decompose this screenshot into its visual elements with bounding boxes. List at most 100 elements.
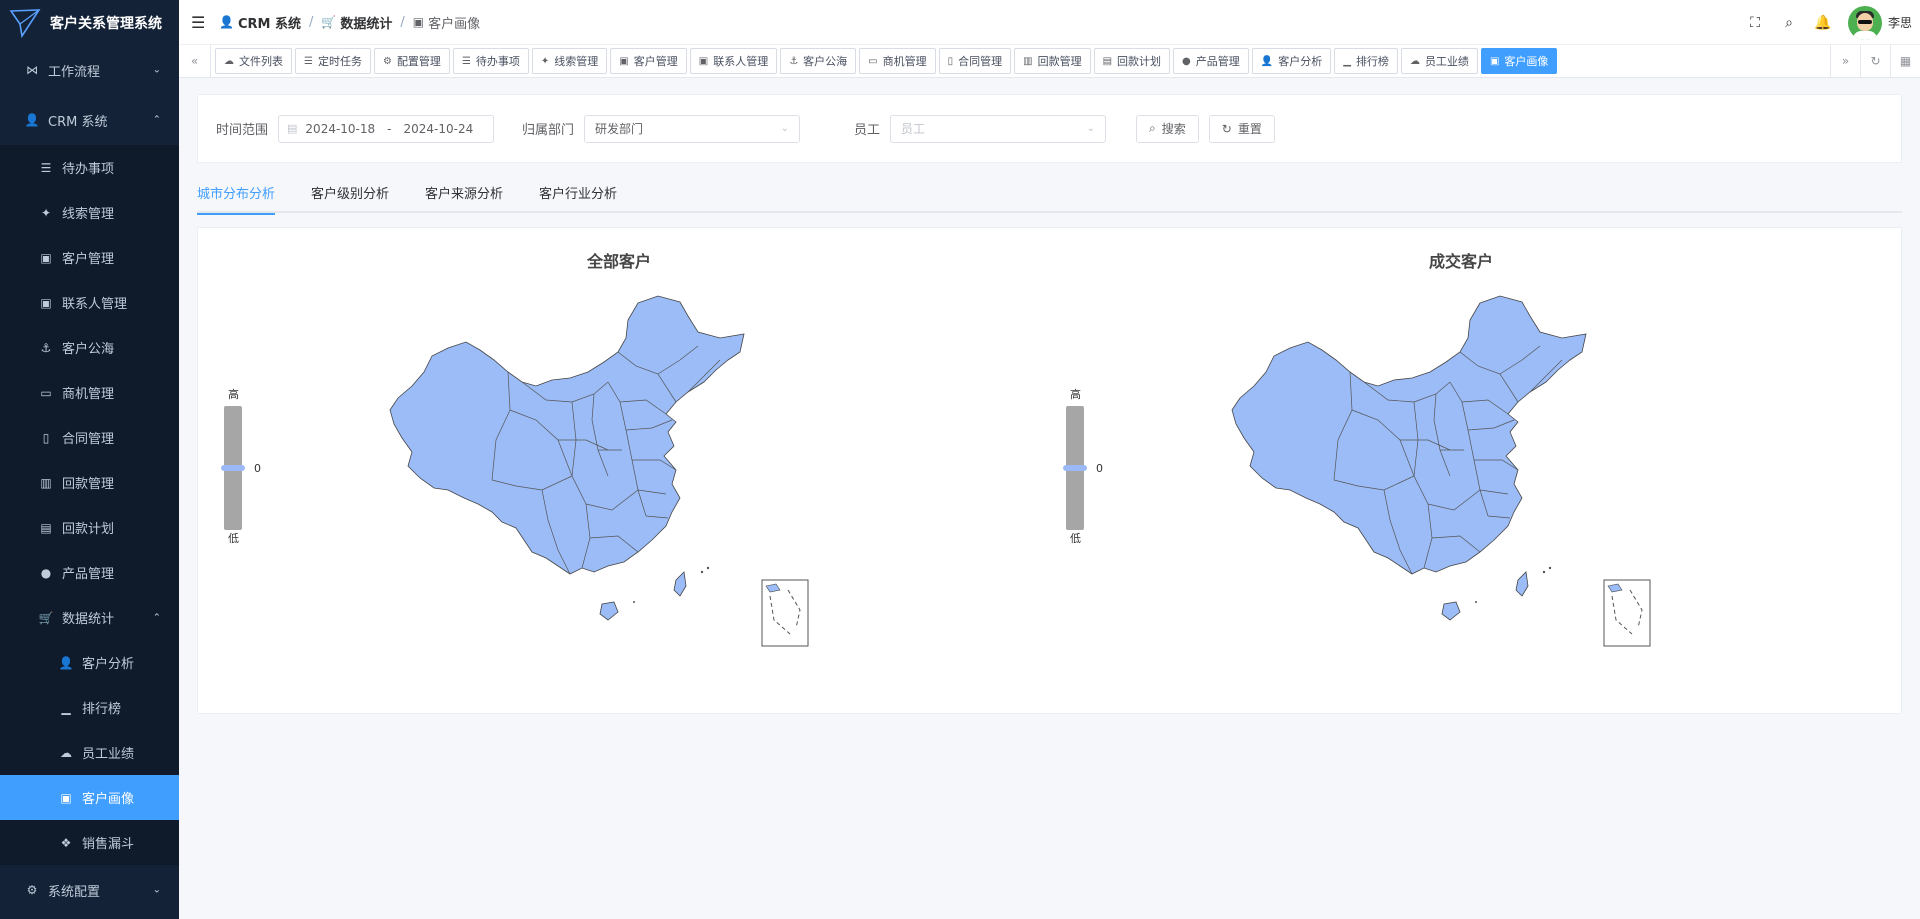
sidebar-item-label: 待办事项 bbox=[62, 162, 115, 177]
tag-label: 回款计划 bbox=[1117, 55, 1162, 68]
user-icon: 👤 bbox=[58, 655, 74, 670]
map-country[interactable] bbox=[389, 295, 745, 575]
tag-item[interactable]: ▭ 商机管理 bbox=[859, 48, 936, 74]
tab-2[interactable]: 客户来源分析 bbox=[425, 185, 503, 213]
tag-item[interactable]: ☰ 待办事项 bbox=[452, 48, 529, 74]
chart-icon: ▁ bbox=[61, 700, 71, 715]
analysis-tabs: 城市分布分析 客户级别分析 客户来源分析 客户行业分析 bbox=[197, 185, 1902, 215]
sidebar-item-0[interactable]: ⋈ 工作流程 ⌄ bbox=[0, 45, 179, 95]
app-logo: 客户关系管理系统 bbox=[0, 0, 179, 45]
map-island-dot[interactable] bbox=[1475, 601, 1477, 603]
workflow-icon: ⋈ bbox=[26, 63, 38, 77]
sidebar-item-12[interactable]: 🛒 数据统计 ⌃ bbox=[0, 595, 179, 640]
tag-item[interactable]: ⚙ 配置管理 bbox=[373, 48, 450, 74]
date-end[interactable]: 2024-10-24 bbox=[404, 122, 474, 136]
tag-label: 客户公海 bbox=[803, 55, 848, 68]
tag-label: 客户管理 bbox=[633, 55, 678, 68]
employee-label: 员工 bbox=[854, 123, 881, 138]
sidebar-item-9[interactable]: ▥ 回款管理 bbox=[0, 460, 179, 505]
dept-select[interactable]: 研发部门 ⌄ bbox=[584, 114, 801, 143]
visual-map[interactable]: 高 0 低 bbox=[1062, 386, 1103, 546]
tag-item[interactable]: 👤 客户分析 bbox=[1251, 48, 1332, 74]
tag-item[interactable]: ✦ 线索管理 bbox=[531, 48, 608, 74]
map-hainan[interactable] bbox=[599, 601, 619, 621]
search-button[interactable]: ⌕ 搜索 bbox=[1136, 114, 1199, 143]
sidebar-item-16[interactable]: ▣ 客户画像 bbox=[0, 775, 179, 820]
tab-1[interactable]: 客户级别分析 bbox=[311, 185, 389, 213]
sidebar-item-label: 客户分析 bbox=[82, 657, 135, 672]
tag-item[interactable]: ▣ 客户画像 bbox=[1480, 48, 1558, 74]
cart-icon: 🛒 bbox=[321, 15, 337, 29]
map-taiwan[interactable] bbox=[1515, 571, 1529, 597]
map-island-dot[interactable] bbox=[633, 601, 635, 603]
tag-item[interactable]: ▣ 客户管理 bbox=[610, 48, 687, 74]
employee-placeholder: 员工 bbox=[901, 122, 926, 136]
tags-scroll-right-icon[interactable]: » bbox=[1830, 44, 1860, 78]
money-icon: ▥ bbox=[40, 475, 52, 490]
employee-select[interactable]: 员工 ⌄ bbox=[890, 114, 1107, 143]
tag-item[interactable]: ▤ 回款计划 bbox=[1093, 48, 1171, 74]
avatar[interactable] bbox=[1847, 5, 1882, 40]
sidebar-item-6[interactable]: ⚓ 客户公海 bbox=[0, 325, 179, 370]
tab-0[interactable]: 城市分布分析 bbox=[197, 185, 276, 215]
sidebar-item-10[interactable]: ▤ 回款计划 bbox=[0, 505, 179, 550]
map-island-dot[interactable] bbox=[1548, 566, 1552, 570]
date-start[interactable]: 2024-10-18 bbox=[305, 122, 375, 136]
china-map[interactable] bbox=[376, 290, 856, 670]
map-country[interactable] bbox=[1231, 295, 1587, 575]
sidebar-item-13[interactable]: 👤 客户分析 bbox=[0, 640, 179, 685]
sidebar-item-11[interactable]: ● 产品管理 bbox=[0, 550, 179, 595]
map-taiwan[interactable] bbox=[673, 571, 687, 597]
tag-icon: ▣ bbox=[1489, 55, 1500, 67]
sidebar-item-14[interactable]: ▁ 排行榜 bbox=[0, 685, 179, 730]
refresh-icon[interactable]: ↻ bbox=[1860, 44, 1890, 78]
china-map[interactable] bbox=[1218, 290, 1698, 670]
sidebar-item-17[interactable]: ❖ 销售漏斗 bbox=[0, 820, 179, 865]
sidebar-item-5[interactable]: ▣ 联系人管理 bbox=[0, 280, 179, 325]
tag-icon: ▭ bbox=[868, 55, 878, 67]
visual-map-handle[interactable] bbox=[1063, 465, 1087, 471]
sidebar-item-2[interactable]: ☰ 待办事项 bbox=[0, 145, 179, 190]
user-name[interactable]: 李思 bbox=[1888, 14, 1912, 31]
tag-item[interactable]: ☁ 员工业绩 bbox=[1400, 48, 1478, 74]
dept-value: 研发部门 bbox=[595, 122, 644, 136]
tag-item[interactable]: ▥ 回款管理 bbox=[1014, 48, 1091, 74]
bell-icon[interactable]: 🔔 bbox=[1806, 15, 1840, 31]
map-hainan[interactable] bbox=[1441, 601, 1461, 621]
portrait-icon: ▣ bbox=[412, 15, 425, 29]
tab-3[interactable]: 客户行业分析 bbox=[539, 185, 617, 213]
tag-item[interactable]: ▯ 合同管理 bbox=[938, 48, 1012, 74]
tag-item[interactable]: ● 产品管理 bbox=[1173, 48, 1249, 74]
date-range-picker[interactable]: ▤ 2024-10-18 - 2024-10-24 bbox=[278, 114, 495, 143]
tag-item[interactable]: ▣ 联系人管理 bbox=[689, 48, 778, 74]
breadcrumb-item-stats[interactable]: 🛒 数据统计 bbox=[321, 13, 392, 32]
breadcrumb-item-crm[interactable]: 👤 CRM 系统 bbox=[219, 13, 301, 32]
map-island-dot[interactable] bbox=[1542, 570, 1546, 574]
visual-map[interactable]: 高 0 低 bbox=[220, 386, 261, 546]
sidebar-item-label: 客户公海 bbox=[62, 342, 115, 357]
sidebar-item-1[interactable]: 👤 CRM 系统 ⌃ bbox=[0, 95, 179, 145]
visual-map-low-label: 低 bbox=[228, 532, 239, 545]
hamburger-icon[interactable]: ☰ bbox=[191, 13, 207, 32]
reset-button[interactable]: ↻ 重置 bbox=[1208, 114, 1275, 143]
visual-map-handle[interactable] bbox=[221, 465, 245, 471]
sidebar-item-label: 销售漏斗 bbox=[82, 837, 135, 852]
tag-item[interactable]: ⚓ 客户公海 bbox=[780, 48, 857, 74]
sidebar-item-15[interactable]: ☁ 员工业绩 bbox=[0, 730, 179, 775]
grid-icon[interactable]: ▦ bbox=[1890, 44, 1920, 78]
tag-item[interactable]: ☁ 文件列表 bbox=[215, 48, 292, 74]
fullscreen-icon[interactable]: ⛶ bbox=[1738, 15, 1772, 31]
map-island-dot[interactable] bbox=[706, 566, 710, 570]
product-icon: ● bbox=[40, 565, 52, 580]
main-content: 时间范围 ▤ 2024-10-18 - 2024-10-24 归属部门 研发部门… bbox=[179, 78, 1920, 919]
sidebar-item-7[interactable]: ▭ 商机管理 bbox=[0, 370, 179, 415]
sidebar-item-3[interactable]: ✦ 线索管理 bbox=[0, 190, 179, 235]
map-island-dot[interactable] bbox=[700, 570, 704, 574]
tags-scroll-left-icon[interactable]: « bbox=[179, 44, 211, 78]
sidebar-item-4[interactable]: ▣ 客户管理 bbox=[0, 235, 179, 280]
search-icon[interactable]: ⌕ bbox=[1772, 15, 1806, 31]
tag-item[interactable]: ▁ 排行榜 bbox=[1334, 48, 1398, 74]
sidebar-item-8[interactable]: ▯ 合同管理 bbox=[0, 415, 179, 460]
sidebar-item-18[interactable]: ⚙ 系统配置 ⌄ bbox=[0, 865, 179, 915]
tag-item[interactable]: ☰ 定时任务 bbox=[295, 48, 371, 74]
